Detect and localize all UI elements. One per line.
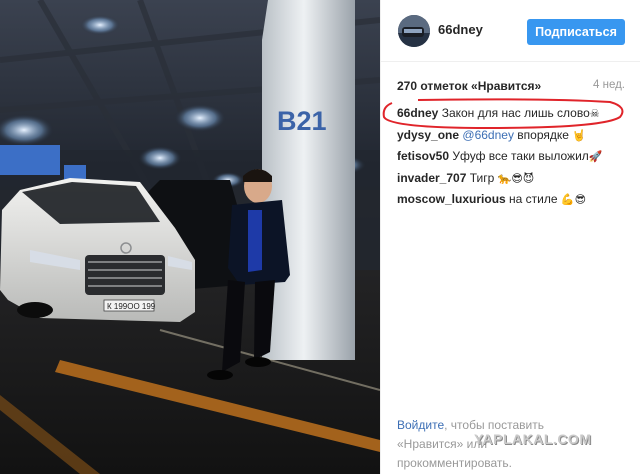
- comment-username[interactable]: moscow_luxurious: [397, 192, 506, 206]
- likes-count[interactable]: 270 отметок «Нравится»: [397, 79, 541, 93]
- comment-username[interactable]: fetisov50: [397, 149, 449, 163]
- comment-username[interactable]: invader_707: [397, 171, 466, 185]
- comment-text: Тигр: [469, 170, 495, 185]
- comment-text: на стиле: [509, 192, 558, 206]
- comment-text: Уфуф все таки выложил: [452, 149, 589, 163]
- login-text-1: , чтобы поставить: [444, 418, 544, 432]
- highlight-ellipse: [382, 98, 624, 130]
- rocket-emoji-icon: 🚀: [588, 150, 603, 163]
- follow-button[interactable]: Подписаться: [527, 19, 625, 45]
- watermark-logo: YAPLAKAL.COM: [474, 431, 592, 447]
- muscle-sunglasses-emoji-icon: 💪😎: [560, 193, 587, 206]
- license-plate: К 199ОО 199: [107, 302, 156, 311]
- comment-item: moscow_luxurious на стиле 💪😎: [397, 192, 627, 214]
- comment-item: invader_707 Тигр 🐆😎😈: [397, 171, 627, 193]
- parking-scene: B21 К 199ОО 199: [0, 0, 380, 474]
- post-sidebar: 66dney Подписаться 270 отметок «Нравится…: [380, 0, 640, 474]
- parking-number: B21: [277, 106, 327, 136]
- likes-row: 270 отметок «Нравится» 4 нед.: [397, 79, 625, 93]
- tiger-devil-emoji-icon: 🐆😎😈: [497, 171, 535, 185]
- avatar[interactable]: [398, 15, 430, 47]
- login-link[interactable]: Войдите: [397, 418, 444, 432]
- comment-item: fetisov50 Уфуф все таки выложил🚀: [397, 149, 627, 171]
- login-text-3: прокомментировать.: [397, 456, 512, 470]
- post-author-username[interactable]: 66dney: [438, 22, 483, 37]
- post-age[interactable]: 4 нед.: [593, 79, 625, 91]
- post-photo[interactable]: B21 К 199ОО 199: [0, 0, 380, 474]
- post-header: 66dney Подписаться: [381, 0, 640, 62]
